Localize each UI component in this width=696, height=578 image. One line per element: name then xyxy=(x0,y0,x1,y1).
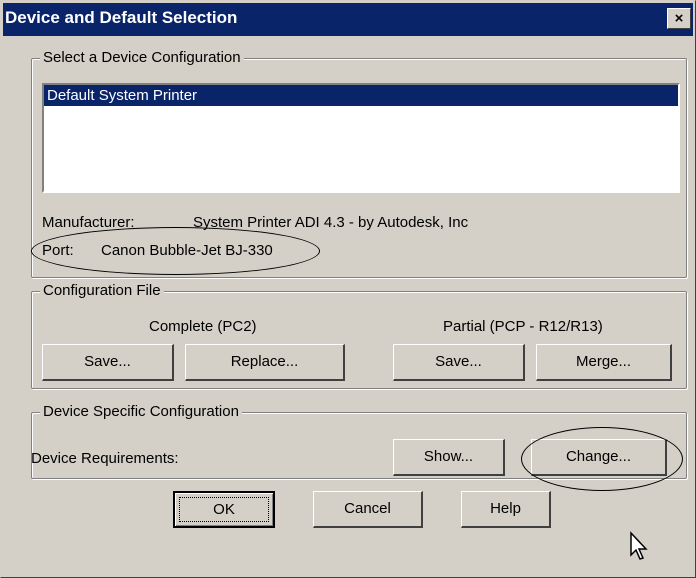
device-default-selection-dialog: Device and Default Selection × Select a … xyxy=(0,0,696,578)
save-partial-button[interactable]: Save... xyxy=(393,344,525,381)
title-bar[interactable]: Device and Default Selection × xyxy=(3,3,693,36)
mouse-pointer-icon xyxy=(630,531,648,560)
close-button[interactable]: × xyxy=(667,8,691,29)
save-complete-label: Save... xyxy=(84,353,131,370)
list-item[interactable]: Default System Printer xyxy=(44,85,678,106)
merge-label: Merge... xyxy=(575,353,632,370)
replace-button[interactable]: Replace... xyxy=(185,344,345,381)
cancel-label: Cancel xyxy=(344,500,391,517)
device-list[interactable]: Default System Printer xyxy=(42,83,680,193)
save-complete-button[interactable]: Save... xyxy=(42,344,174,381)
device-specific-legend: Device Specific Configuration xyxy=(40,403,242,420)
partial-pcp-label: Partial (PCP - R12/R13) xyxy=(443,318,603,335)
help-label: Help xyxy=(490,500,521,517)
configuration-file-legend: Configuration File xyxy=(40,282,164,299)
help-button[interactable]: Help xyxy=(461,491,551,528)
cancel-button[interactable]: Cancel xyxy=(313,491,423,528)
replace-label: Replace... xyxy=(230,353,299,370)
device-configuration-legend: Select a Device Configuration xyxy=(40,49,244,66)
ok-button[interactable]: OK xyxy=(173,491,275,528)
window-title: Device and Default Selection xyxy=(5,8,238,27)
save-partial-label: Save... xyxy=(435,353,482,370)
complete-pc2-label: Complete (PC2) xyxy=(149,318,257,335)
ok-label: OK xyxy=(213,501,235,518)
show-label: Show... xyxy=(423,448,474,465)
show-button[interactable]: Show... xyxy=(393,439,505,476)
merge-button[interactable]: Merge... xyxy=(536,344,672,381)
change-annotation-oval xyxy=(521,427,683,491)
close-icon: × xyxy=(674,10,684,27)
device-requirements-label: Device Requirements: xyxy=(31,450,179,467)
port-annotation-oval xyxy=(31,227,320,275)
